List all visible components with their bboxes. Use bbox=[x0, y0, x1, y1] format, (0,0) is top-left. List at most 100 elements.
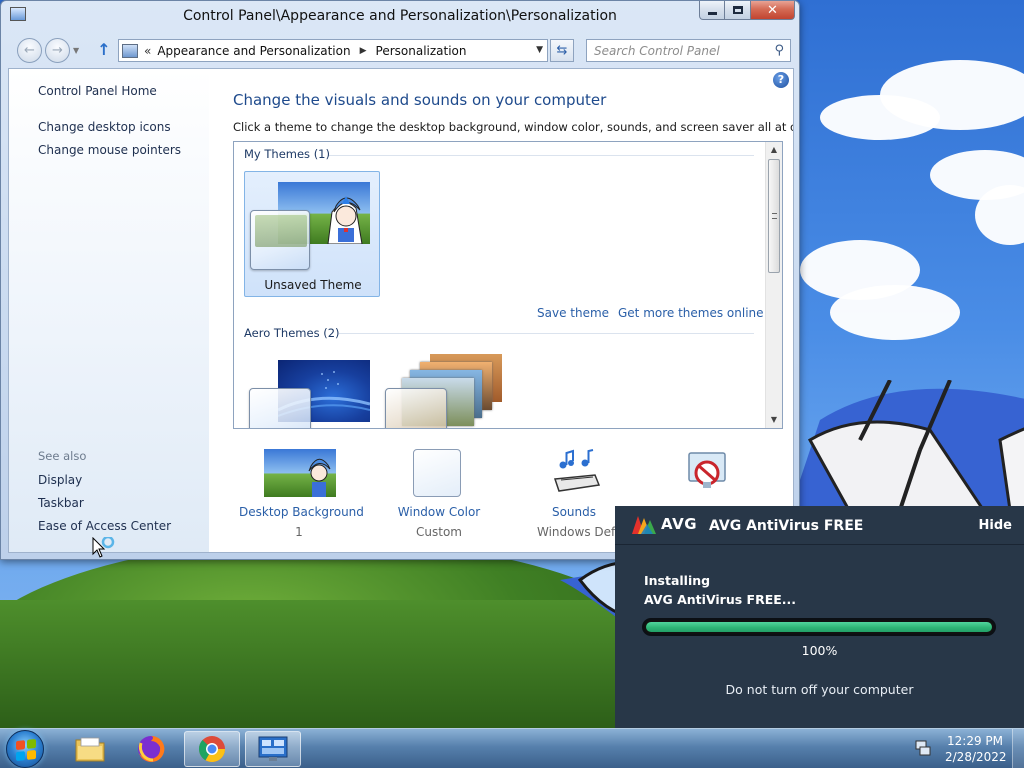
window-color-swatch bbox=[249, 388, 311, 428]
avg-title: AVG AntiVirus FREE bbox=[709, 518, 864, 534]
refresh-button[interactable]: ⇆ bbox=[550, 39, 574, 62]
ease-of-access-link[interactable]: Ease of Access Center bbox=[38, 519, 171, 533]
change-mouse-pointers-link[interactable]: Change mouse pointers bbox=[38, 143, 181, 157]
back-button[interactable]: ← bbox=[17, 38, 42, 63]
search-icon[interactable]: ⚲ bbox=[774, 43, 784, 58]
aero-themes-header[interactable]: Aero Themes (2) bbox=[244, 326, 340, 340]
breadcrumb-overflow[interactable]: « bbox=[144, 44, 151, 58]
clock-date[interactable]: 2/28/2022 bbox=[945, 750, 1007, 764]
cloud bbox=[830, 285, 960, 340]
avg-status: Installing bbox=[644, 573, 711, 588]
page-description: Click a theme to change the desktop back… bbox=[233, 120, 794, 134]
help-icon[interactable]: ? bbox=[773, 72, 789, 88]
window-color-setting[interactable]: Window Color Custom bbox=[389, 449, 489, 539]
desktop-background-label[interactable]: Desktop Background bbox=[239, 505, 364, 519]
scrollbar-thumb[interactable] bbox=[768, 159, 780, 273]
avg-progress-bar bbox=[642, 618, 996, 636]
close-icon: ✕ bbox=[767, 2, 778, 18]
address-dropdown-icon[interactable]: ▼ bbox=[536, 45, 543, 55]
window-color-label[interactable]: Window Color bbox=[389, 505, 489, 519]
group-divider bbox=[329, 155, 754, 156]
page-title: Change the visuals and sounds on your co… bbox=[233, 91, 607, 109]
desktop-background-icon bbox=[264, 449, 336, 497]
maximize-button[interactable] bbox=[725, 1, 751, 20]
windows-logo-icon bbox=[16, 738, 36, 762]
window-title: Control Panel\Appearance and Personaliza… bbox=[183, 8, 617, 24]
taskbar: 12:29 PM 2/28/2022 bbox=[0, 728, 1024, 768]
chrome-icon bbox=[198, 736, 226, 763]
title-bar[interactable]: Control Panel\Appearance and Personaliza… bbox=[1, 1, 799, 33]
aero-theme-landscapes[interactable] bbox=[384, 352, 514, 428]
network-icon[interactable] bbox=[915, 739, 931, 757]
navigation-bar: ← → ▼ ↑ « Appearance and Personalization… bbox=[1, 35, 799, 65]
desktop-background-value: 1 bbox=[295, 525, 303, 539]
screen-saver-icon bbox=[688, 452, 726, 488]
display-link[interactable]: Display bbox=[38, 473, 82, 487]
avg-divider bbox=[615, 544, 1024, 545]
breadcrumb-separator-icon[interactable]: ▶ bbox=[360, 46, 367, 56]
show-desktop-button[interactable] bbox=[1012, 729, 1024, 768]
up-arrow-icon[interactable]: ↑ bbox=[95, 41, 113, 59]
avg-brand: AVG bbox=[661, 515, 698, 533]
change-desktop-icons-link[interactable]: Change desktop icons bbox=[38, 120, 171, 134]
search-input[interactable] bbox=[587, 40, 767, 61]
address-bar[interactable]: « Appearance and Personalization ▶ Perso… bbox=[118, 39, 548, 62]
breadcrumb-personalization[interactable]: Personalization bbox=[376, 44, 467, 58]
vertical-scrollbar[interactable]: ▲ ▼ bbox=[765, 142, 782, 428]
start-button[interactable] bbox=[6, 730, 44, 768]
sounds-value: Windows Defau bbox=[537, 525, 631, 539]
refresh-icon: ⇆ bbox=[556, 43, 568, 58]
content-area: Control Panel Home Change desktop icons … bbox=[8, 68, 794, 553]
window-controls: ✕ bbox=[699, 1, 795, 21]
recent-pages-dropdown[interactable]: ▼ bbox=[73, 46, 79, 55]
close-button[interactable]: ✕ bbox=[751, 1, 795, 20]
taskbar-chrome[interactable] bbox=[184, 731, 240, 767]
taskbar-link[interactable]: Taskbar bbox=[38, 496, 84, 510]
screen-saver-setting[interactable] bbox=[681, 449, 741, 501]
folder-icon bbox=[75, 737, 105, 762]
forward-button[interactable]: → bbox=[45, 38, 70, 63]
forward-arrow-icon: → bbox=[52, 43, 63, 58]
get-more-themes-link[interactable]: Get more themes online bbox=[618, 306, 764, 320]
avg-progress-fill bbox=[646, 622, 992, 632]
unsaved-theme-tile[interactable]: Unsaved Theme bbox=[244, 171, 380, 297]
sounds-label[interactable]: Sounds bbox=[529, 505, 619, 519]
avg-progress-percent: 100% bbox=[801, 643, 838, 658]
search-box: ⚲ bbox=[586, 39, 791, 62]
scroll-down-icon[interactable]: ▼ bbox=[766, 412, 782, 428]
theme-list: My Themes (1) Unsaved Theme Save theme G… bbox=[233, 141, 783, 429]
minimize-icon bbox=[707, 11, 717, 15]
aero-theme-windows7[interactable] bbox=[248, 358, 372, 428]
firefox-icon bbox=[138, 735, 165, 762]
my-themes-header[interactable]: My Themes (1) bbox=[244, 147, 330, 161]
group-divider bbox=[339, 333, 754, 334]
minimize-button[interactable] bbox=[699, 1, 725, 20]
control-panel-icon bbox=[258, 736, 288, 761]
desktop-background-setting[interactable]: Desktop Background 1 bbox=[239, 449, 364, 539]
avg-hide-button[interactable]: Hide bbox=[979, 518, 1012, 533]
sounds-setting[interactable]: Sounds Windows Defau bbox=[529, 449, 631, 539]
task-pane: Control Panel Home Change desktop icons … bbox=[9, 69, 209, 552]
avg-product-name: AVG AntiVirus FREE... bbox=[644, 592, 797, 607]
avg-install-popup: AVG AVG AntiVirus FREE Hide Installing A… bbox=[615, 506, 1024, 728]
busy-cursor-icon bbox=[92, 537, 115, 558]
scrollbar-grip-icon bbox=[772, 213, 777, 219]
maximize-icon bbox=[732, 6, 743, 14]
taskbar-control-panel[interactable] bbox=[245, 731, 301, 767]
control-panel-window: Control Panel\Appearance and Personaliza… bbox=[0, 0, 800, 560]
avg-warning-text: Do not turn off your computer bbox=[725, 682, 914, 697]
scroll-up-icon[interactable]: ▲ bbox=[766, 142, 782, 158]
window-color-swatch bbox=[385, 388, 447, 428]
control-panel-home-link[interactable]: Control Panel Home bbox=[38, 84, 157, 98]
taskbar-explorer[interactable] bbox=[62, 731, 118, 767]
cloud bbox=[820, 95, 940, 140]
grass-field bbox=[0, 600, 640, 728]
avg-logo-icon bbox=[632, 516, 656, 534]
window-color-icon bbox=[413, 449, 461, 497]
see-also-heading: See also bbox=[38, 449, 87, 463]
control-panel-icon bbox=[122, 43, 138, 58]
save-theme-link[interactable]: Save theme bbox=[537, 306, 609, 320]
taskbar-firefox[interactable] bbox=[123, 731, 179, 767]
clock-time[interactable]: 12:29 PM bbox=[945, 734, 1005, 748]
breadcrumb-appearance[interactable]: Appearance and Personalization bbox=[157, 44, 350, 58]
